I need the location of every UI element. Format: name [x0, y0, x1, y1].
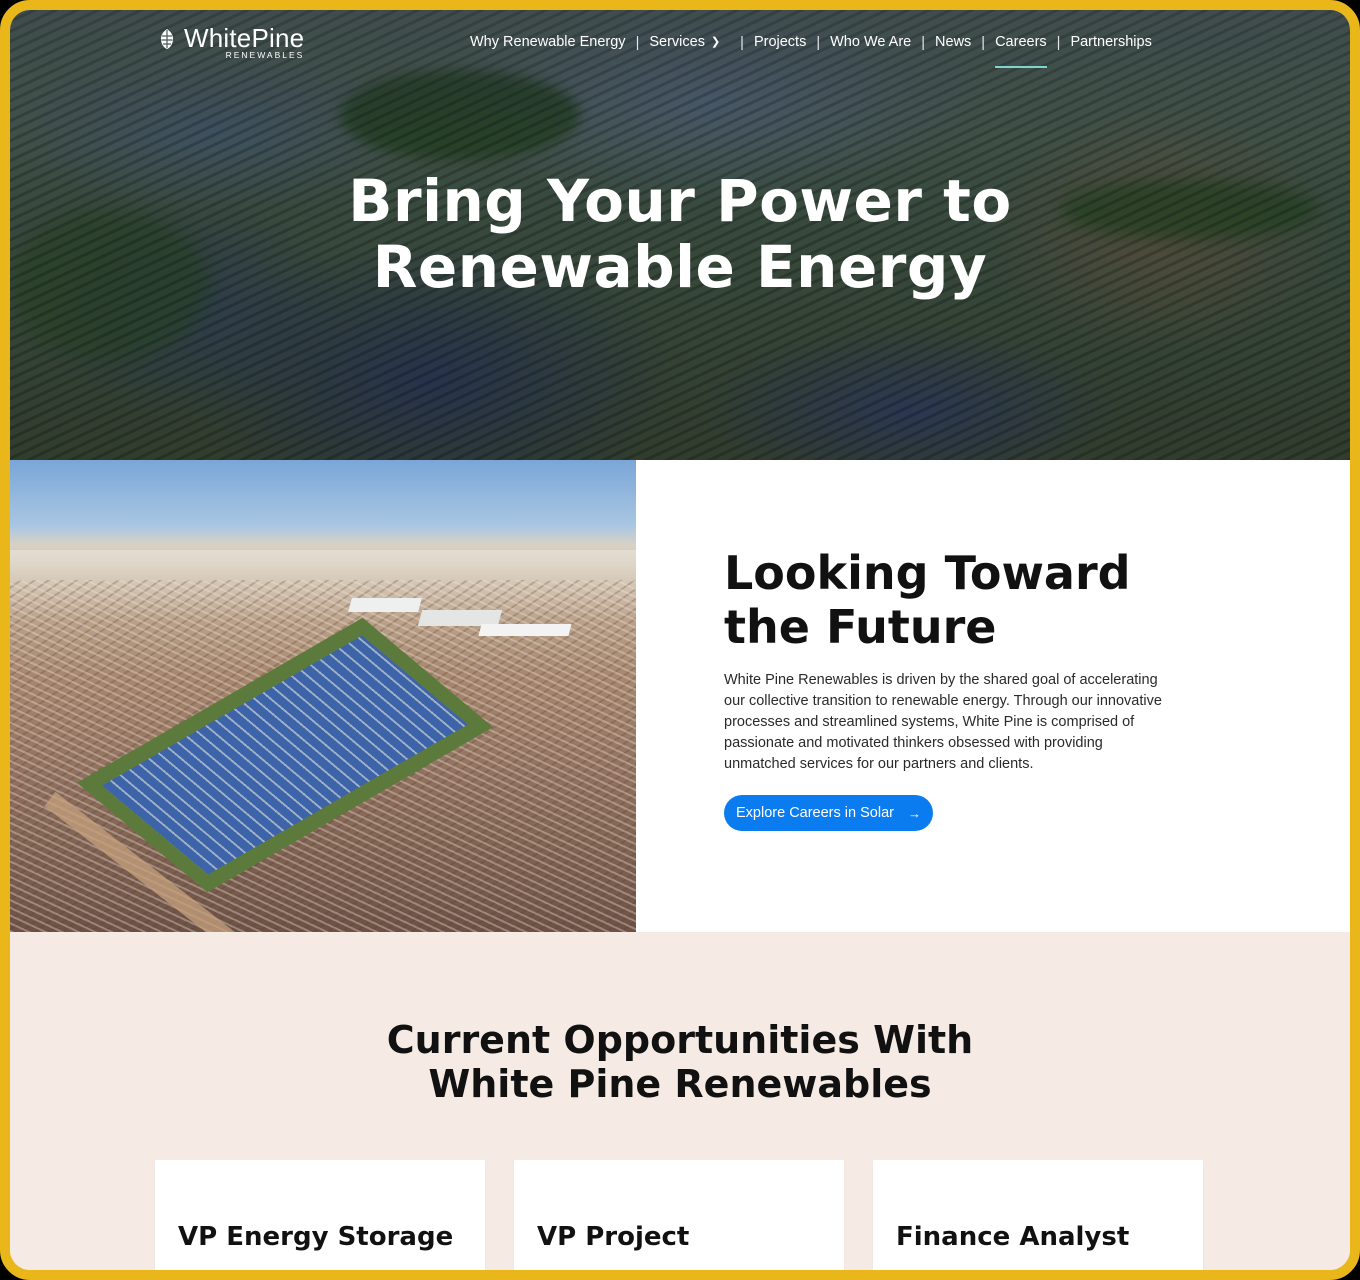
browser-viewport: WhitePine RENEWABLES Why Renewable Energ…	[0, 0, 1360, 1280]
main-nav: Why Renewable Energy | Services ❯ | Proje…	[470, 30, 1152, 68]
future-content: Looking Toward the Future White Pine Ren…	[724, 546, 1164, 831]
page-frame: WhitePine RENEWABLES Why Renewable Energ…	[0, 0, 1360, 1280]
explore-careers-button[interactable]: Explore Careers in Solar →	[724, 795, 933, 831]
nav-divider: |	[921, 35, 926, 51]
solar-farm-photo	[10, 460, 636, 932]
hero-section: WhitePine RENEWABLES Why Renewable Energ…	[10, 10, 1350, 460]
opportunities-title: Current Opportunities With White Pine Re…	[386, 1018, 974, 1106]
nav-item-partnerships[interactable]: Partnerships	[1070, 30, 1151, 56]
nav-item-who-we-are[interactable]: Who We Are	[830, 30, 911, 56]
active-nav-indicator	[995, 66, 1047, 68]
job-title: VP Energy Storage	[178, 1222, 454, 1252]
job-card[interactable]: Finance Analyst	[873, 1160, 1203, 1270]
opportunities-section: Current Opportunities With White Pine Re…	[10, 932, 1350, 1270]
nav-item-services[interactable]: Services ❯	[649, 30, 720, 56]
job-card[interactable]: VP Project	[514, 1160, 844, 1270]
logo-subtitle: RENEWABLES	[225, 50, 305, 60]
nav-item-projects[interactable]: Projects	[754, 30, 806, 56]
nav-divider: |	[635, 35, 640, 51]
job-title: VP Project	[537, 1222, 690, 1252]
pine-cone-icon	[161, 29, 173, 49]
future-section: Looking Toward the Future White Pine Ren…	[10, 460, 1350, 932]
logo[interactable]: WhitePine RENEWABLES	[155, 24, 304, 60]
chevron-down-icon: ❯	[710, 36, 721, 48]
nav-divider: |	[1056, 35, 1061, 51]
job-title: Finance Analyst	[896, 1222, 1130, 1252]
nav-item-why-renewable-energy[interactable]: Why Renewable Energy	[470, 30, 626, 56]
job-card[interactable]: VP Energy Storage	[155, 1160, 485, 1270]
nav-divider: |	[981, 35, 986, 51]
future-description: White Pine Renewables is driven by the s…	[724, 672, 1162, 772]
arrow-right-icon: →	[907, 805, 921, 821]
nav-item-news[interactable]: News	[935, 30, 971, 56]
nav-item-careers[interactable]: Careers	[995, 30, 1047, 68]
hero-title: Bring Your Power to Renewable Energy	[348, 167, 1012, 301]
nav-divider: |	[740, 35, 744, 51]
logo-name: WhitePine	[184, 23, 305, 53]
future-title: Looking Toward the Future	[724, 546, 1131, 654]
nav-divider: |	[816, 35, 821, 51]
